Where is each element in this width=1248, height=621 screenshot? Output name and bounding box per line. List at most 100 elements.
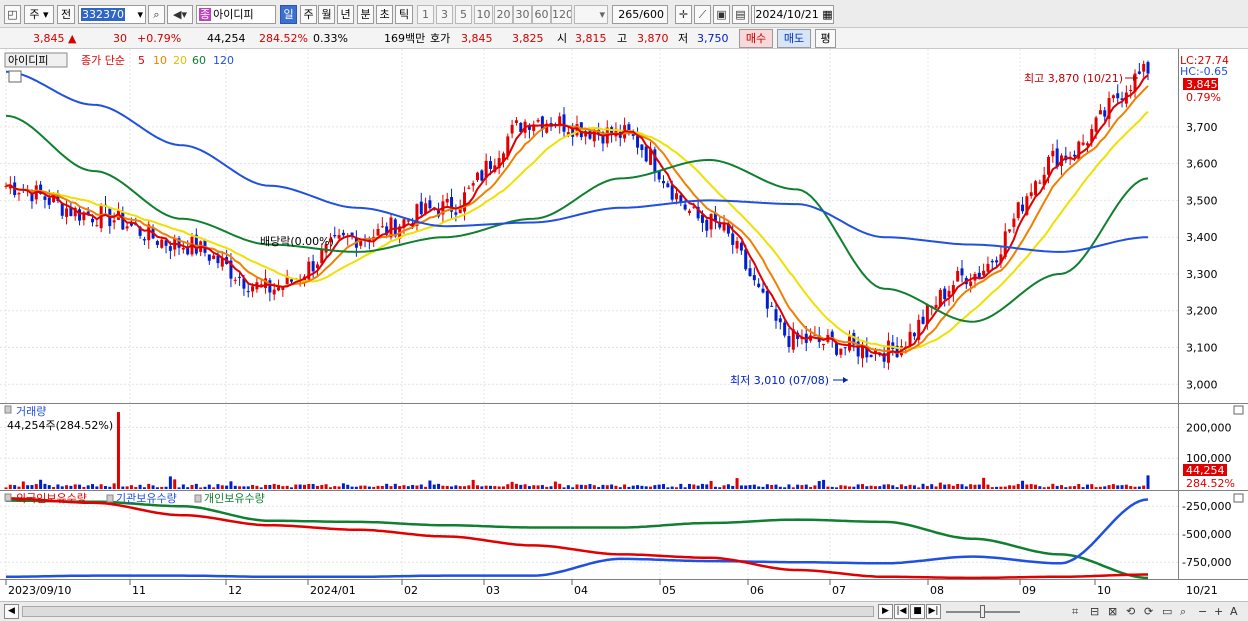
chart-area[interactable]: 3,700 3,600 3,500 3,400 3,300 3,200 3,100 3,000…: [0, 49, 1248, 601]
interval-3[interactable]: 3: [436, 5, 453, 24]
candle-body: [1029, 192, 1033, 197]
candle-body: [445, 198, 449, 203]
sell-button[interactable]: 매도: [777, 29, 811, 48]
scroll-track[interactable]: [22, 606, 874, 617]
candle-body: [467, 187, 471, 189]
candle-body: [155, 241, 159, 245]
period-tab-week[interactable]: 주: [300, 5, 317, 24]
zoom-out-icon[interactable]: −: [1198, 604, 1207, 619]
holding-panel-handle[interactable]: [4, 493, 12, 502]
volume-bar: [770, 485, 774, 489]
volume-bar: [700, 483, 704, 489]
scroll-last-button[interactable]: ▶|: [926, 604, 941, 619]
volume-bar: [372, 486, 376, 489]
market-select[interactable]: 주 ▾: [24, 5, 54, 24]
interval-5[interactable]: 5: [455, 5, 472, 24]
zoom-in-icon[interactable]: +: [1214, 604, 1223, 619]
volume-bar: [242, 486, 246, 489]
candle-body: [739, 242, 743, 251]
volume-bar: [739, 485, 743, 489]
candle-body: [168, 246, 172, 251]
calendar-icon[interactable]: ▦: [822, 8, 832, 21]
interval-select[interactable]: ▾: [574, 5, 608, 24]
tool-icon-1[interactable]: ⊟: [1090, 604, 1099, 619]
panel-table-icon[interactable]: [8, 70, 22, 83]
tool-icon-3[interactable]: ⟲: [1126, 604, 1135, 619]
volume-bar: [640, 485, 644, 489]
volume-bar: [562, 487, 566, 489]
hc-label: HC:-0.65: [1180, 65, 1228, 78]
candle-body: [1142, 63, 1146, 72]
volume-bar: [298, 484, 302, 489]
volume-bar: [445, 485, 449, 489]
volume-bar: [1038, 486, 1042, 489]
interval-10[interactable]: 10: [474, 5, 493, 24]
volume-bar: [1008, 485, 1012, 489]
period-tab-tick[interactable]: 틱: [395, 5, 413, 24]
volume-value: 44,254: [207, 32, 246, 45]
candle-body: [341, 232, 345, 236]
candle-body: [770, 305, 774, 307]
volume-bar: [480, 486, 484, 489]
chart-type-icon[interactable]: ⌗: [1072, 604, 1078, 619]
scroll-bar: ◀ ▶ |◀ ■ ▶| ⌗ ⊟ ⊠ ⟲ ⟳ ▭ ⌕ − + A: [0, 601, 1248, 621]
interval-20[interactable]: 20: [494, 5, 513, 24]
zoom-slider-thumb[interactable]: [980, 605, 985, 618]
crosshair-icon[interactable]: ✛: [675, 5, 692, 24]
prev-button[interactable]: 전: [57, 5, 75, 24]
scroll-right-button[interactable]: ▶: [878, 604, 893, 619]
volume-bar: [1129, 486, 1133, 489]
volume-bar: [238, 486, 242, 489]
stock-code-input[interactable]: 332370 ▾: [78, 5, 146, 24]
period-tab-month[interactable]: 월: [318, 5, 335, 24]
interval-1[interactable]: 1: [417, 5, 434, 24]
candle-body: [488, 161, 492, 169]
candle-body: [480, 170, 484, 181]
volume-panel-handle[interactable]: [4, 405, 12, 414]
eval-button[interactable]: 평: [815, 29, 836, 48]
volume-bar: [506, 484, 510, 489]
volume-bar: [337, 486, 341, 489]
chart-svg[interactable]: 3,700 3,600 3,500 3,400 3,300 3,200 3,100 3,000…: [0, 49, 1248, 601]
period-tab-minute[interactable]: 분: [357, 5, 374, 24]
buy-button[interactable]: 매수: [739, 29, 773, 48]
volume-bar: [938, 482, 942, 489]
date-field[interactable]: 2024/10/21 ▦: [754, 5, 834, 24]
period-tab-day[interactable]: 일: [280, 5, 297, 24]
volume-close-icon[interactable]: [1233, 405, 1244, 415]
save-icon[interactable]: ▣: [713, 5, 730, 24]
scroll-first-button[interactable]: |◀: [894, 604, 909, 619]
interval-60[interactable]: 60: [532, 5, 551, 24]
period-tab-second[interactable]: 초: [376, 5, 393, 24]
tool-icon-4[interactable]: ⟳: [1144, 604, 1153, 619]
holding-close-icon[interactable]: [1233, 493, 1244, 503]
volume-bar: [190, 485, 194, 489]
volume-bar: [956, 483, 960, 489]
low-price: 3,750: [697, 32, 729, 45]
window-menu-icon[interactable]: ◰: [4, 5, 21, 24]
period-tab-year[interactable]: 년: [337, 5, 354, 24]
tool-icon-5[interactable]: ▭: [1162, 604, 1172, 619]
display-count-field[interactable]: 265/600: [612, 5, 668, 24]
price-y-tick: 3,000: [1186, 378, 1218, 391]
candle-body: [463, 192, 467, 212]
candle-body: [636, 136, 640, 148]
scroll-left-button[interactable]: ◀: [4, 604, 19, 619]
tool-icon-2[interactable]: ⊠: [1108, 604, 1117, 619]
zoom-icon[interactable]: ⌕: [1180, 604, 1186, 619]
stock-name-field[interactable]: 종 아이디피: [196, 5, 276, 24]
font-size-icon[interactable]: A: [1230, 604, 1238, 619]
line-tool-icon[interactable]: ⟋: [694, 5, 711, 24]
volume-bar: [402, 485, 406, 489]
volume-bar: [527, 486, 531, 489]
volume-bar: [359, 485, 363, 489]
volume-bar: [78, 484, 82, 489]
interval-120[interactable]: 120: [551, 5, 572, 24]
speaker-icon[interactable]: ◀▾: [167, 5, 193, 24]
stop-button[interactable]: ■: [910, 604, 925, 619]
x-axis-label: 03: [486, 584, 500, 597]
search-icon[interactable]: ⌕: [148, 5, 165, 24]
volume-bar: [73, 484, 77, 489]
interval-30[interactable]: 30: [513, 5, 532, 24]
print-icon[interactable]: ▤: [732, 5, 749, 24]
